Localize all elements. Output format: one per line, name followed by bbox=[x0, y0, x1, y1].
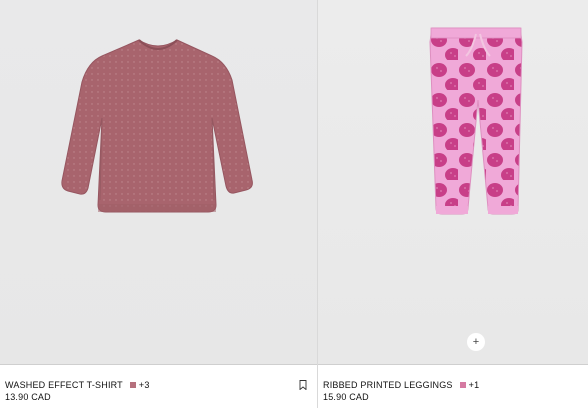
product-card-tshirt[interactable]: WASHED EFFECT T-SHIRT +3 13.90 CAD bbox=[0, 0, 318, 408]
product-image-leggings[interactable]: + bbox=[318, 0, 588, 364]
color-swatch[interactable] bbox=[129, 382, 136, 388]
product-info-tshirt: WASHED EFFECT T-SHIRT +3 13.90 CAD bbox=[0, 364, 317, 408]
product-name[interactable]: WASHED EFFECT T-SHIRT bbox=[5, 380, 123, 390]
product-grid: WASHED EFFECT T-SHIRT +3 13.90 CAD + RIB… bbox=[0, 0, 588, 408]
product-card-leggings[interactable]: + RIBBED PRINTED LEGGINGS +1 15.90 CAD bbox=[318, 0, 588, 408]
quick-add-button[interactable]: + bbox=[467, 333, 485, 351]
more-colors-count[interactable]: +3 bbox=[139, 380, 150, 390]
bookmark-icon[interactable] bbox=[299, 380, 307, 390]
product-image-tshirt[interactable] bbox=[0, 0, 317, 364]
more-colors-count[interactable]: +1 bbox=[469, 380, 480, 390]
strawberry-leggings-image bbox=[429, 27, 523, 215]
product-name[interactable]: RIBBED PRINTED LEGGINGS bbox=[323, 380, 453, 390]
product-price: 13.90 CAD bbox=[5, 392, 51, 402]
long-sleeve-tshirt-image bbox=[61, 39, 253, 213]
product-info-leggings: RIBBED PRINTED LEGGINGS +1 15.90 CAD bbox=[318, 364, 588, 408]
color-swatch[interactable] bbox=[459, 382, 466, 388]
product-price: 15.90 CAD bbox=[323, 392, 369, 402]
